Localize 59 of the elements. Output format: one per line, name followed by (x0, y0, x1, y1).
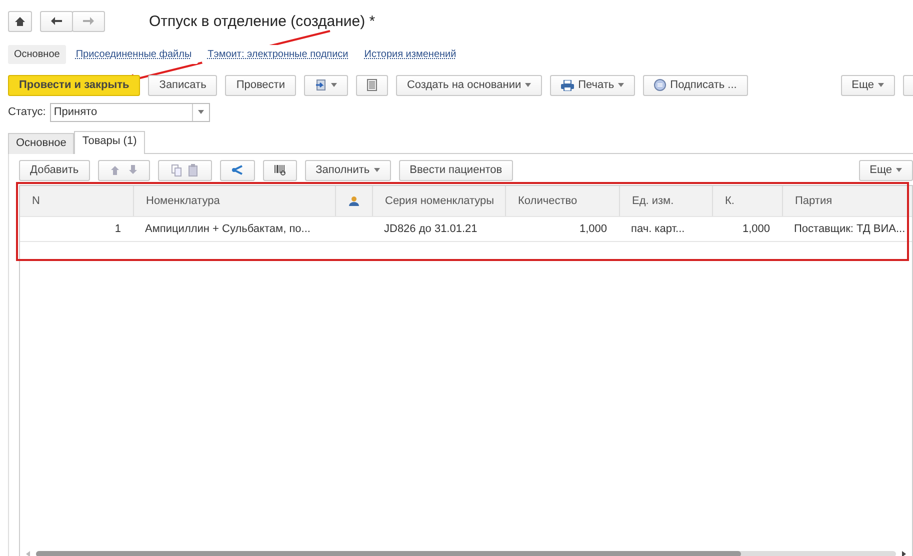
back-button[interactable] (40, 10, 73, 32)
home-button[interactable] (8, 10, 32, 32)
toolbar-button[interactable]: Ввести пациентов (398, 160, 514, 180)
toolbar-button[interactable]: Создать на основании (396, 74, 542, 96)
table-cell-text: 1,000 (578, 222, 608, 237)
table-cell-text: JD826 до 31.01.21 (383, 222, 478, 237)
print-button[interactable]: Печать (550, 74, 636, 96)
copy-button[interactable] (158, 160, 212, 180)
column-header[interactable]: К. (712, 186, 782, 216)
person-icon (349, 196, 359, 206)
tab[interactable]: Товары (1) (74, 131, 145, 154)
branch-icon (230, 164, 244, 176)
toolbar-button[interactable]: Заполнить (304, 160, 391, 180)
left-arrow-icon (51, 17, 62, 25)
caret-icon (198, 110, 204, 114)
status-select[interactable]: Принято (50, 102, 210, 122)
caret-icon (896, 168, 902, 172)
section-link[interactable]: Основное (8, 44, 66, 64)
caret-icon (878, 83, 884, 87)
column-header[interactable]: Количество (505, 186, 619, 216)
printer-icon (561, 80, 574, 90)
caret-icon (330, 83, 337, 87)
status-label: Статус: (8, 106, 46, 118)
column-header[interactable]: Номенклатура (133, 186, 335, 216)
table-cell-text: 1,000 (741, 222, 771, 237)
window-title: Отпуск в отделение (создание) * (149, 12, 376, 30)
barcode-icon (274, 164, 286, 176)
barcode-button[interactable] (262, 160, 297, 180)
toolbar-button[interactable]: Добавить (19, 160, 90, 180)
tab[interactable]: Основное (8, 133, 74, 154)
up-down-arrows-icon (108, 164, 139, 176)
column-header[interactable]: Серия номенклатуры (372, 186, 505, 216)
more-button[interactable]: Еще (840, 74, 895, 96)
caret-icon (525, 83, 532, 87)
sign-button[interactable]: Подписать ... (643, 74, 748, 96)
column-header[interactable]: Ед. изм. (619, 186, 712, 216)
import-button[interactable] (304, 74, 348, 96)
table-cell-text: Ампициллин + Сульбактам, по... (144, 222, 312, 237)
list-icon (366, 79, 377, 91)
share-button[interactable] (220, 160, 255, 180)
list-button[interactable] (356, 74, 388, 96)
more-button[interactable]: Еще (858, 160, 913, 180)
table-cell-text: 1 (114, 222, 122, 237)
caret-icon (374, 168, 380, 172)
scroll-right-icon[interactable] (902, 551, 906, 556)
toolbar-button[interactable]: Записать (148, 74, 218, 96)
table-cell-text: пач. карт... (630, 222, 686, 237)
toolbar-button[interactable]: Провести (225, 74, 296, 96)
scrollbar-thumb[interactable] (36, 551, 742, 556)
column-header[interactable]: N (20, 186, 133, 216)
home-icon (15, 16, 25, 26)
column-header[interactable]: Партия (782, 186, 912, 216)
table-cell-text: Поставщик: ТД ВИА... (793, 222, 906, 237)
post-and-close-button[interactable]: Провести и закрыть (8, 74, 140, 96)
caret-icon (618, 83, 624, 87)
right-arrow-icon (83, 17, 94, 25)
arrows-button[interactable] (98, 160, 150, 180)
disc-icon (654, 79, 666, 91)
document-arrow-icon (314, 79, 327, 91)
